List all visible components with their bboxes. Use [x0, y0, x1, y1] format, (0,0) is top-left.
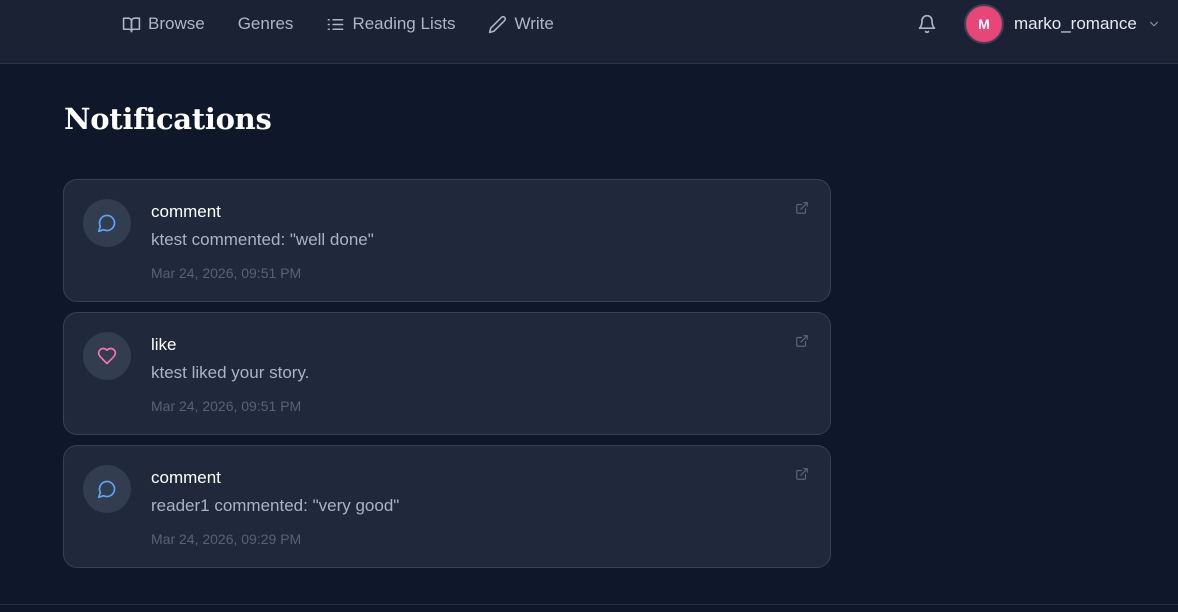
list-icon — [326, 15, 352, 34]
nav-reading-lists-label: Reading Lists — [352, 14, 456, 33]
notification-card[interactable]: comment reader1 commented: "very good" M… — [63, 445, 831, 568]
notification-message: reader1 commented: "very good" — [151, 496, 400, 515]
notification-type: comment — [151, 468, 221, 487]
page-title: Notifications — [64, 102, 272, 136]
notification-type: like — [151, 335, 177, 354]
notification-card[interactable]: like ktest liked your story. Mar 24, 202… — [63, 312, 831, 435]
nav-write[interactable]: Write — [488, 14, 554, 34]
notification-type: comment — [151, 202, 221, 221]
heart-icon — [97, 346, 117, 366]
notification-card[interactable]: comment ktest commented: "well done" Mar… — [63, 179, 831, 302]
notification-list: comment ktest commented: "well done" Mar… — [63, 179, 831, 578]
nav-reading-lists[interactable]: Reading Lists — [326, 14, 455, 34]
bell-icon — [917, 14, 937, 34]
external-link-icon[interactable] — [794, 333, 810, 349]
notification-icon-wrapper — [83, 332, 131, 380]
external-link-icon[interactable] — [794, 466, 810, 482]
username: marko_romance — [1014, 14, 1137, 33]
comment-icon — [97, 213, 117, 233]
notification-icon-wrapper — [83, 199, 131, 247]
notification-time: Mar 24, 2026, 09:29 PM — [151, 531, 302, 547]
notification-time: Mar 24, 2026, 09:51 PM — [151, 265, 302, 281]
user-menu[interactable]: M marko_romance — [964, 4, 1161, 44]
book-open-icon — [122, 15, 148, 34]
main-nav: Browse Genres Reading Lists Write — [122, 0, 587, 48]
avatar-initial: M — [978, 16, 990, 32]
notification-icon-wrapper — [83, 465, 131, 513]
pencil-icon — [488, 15, 514, 34]
notification-time: Mar 24, 2026, 09:51 PM — [151, 398, 302, 414]
top-navbar: Browse Genres Reading Lists Write M mark… — [0, 0, 1178, 64]
nav-genres[interactable]: Genres — [238, 14, 294, 34]
notification-message: ktest commented: "well done" — [151, 230, 374, 249]
chevron-down-icon — [1147, 17, 1161, 31]
notifications-bell-button[interactable] — [915, 12, 939, 36]
nav-genres-label: Genres — [237, 14, 294, 33]
notification-message: ktest liked your story. — [151, 363, 310, 382]
external-link-icon[interactable] — [794, 200, 810, 216]
comment-icon — [97, 479, 117, 499]
nav-browse[interactable]: Browse — [122, 14, 205, 34]
avatar[interactable]: M — [964, 4, 1004, 44]
footer-divider — [0, 604, 1178, 605]
nav-browse-label: Browse — [148, 14, 205, 33]
nav-write-label: Write — [514, 14, 554, 33]
